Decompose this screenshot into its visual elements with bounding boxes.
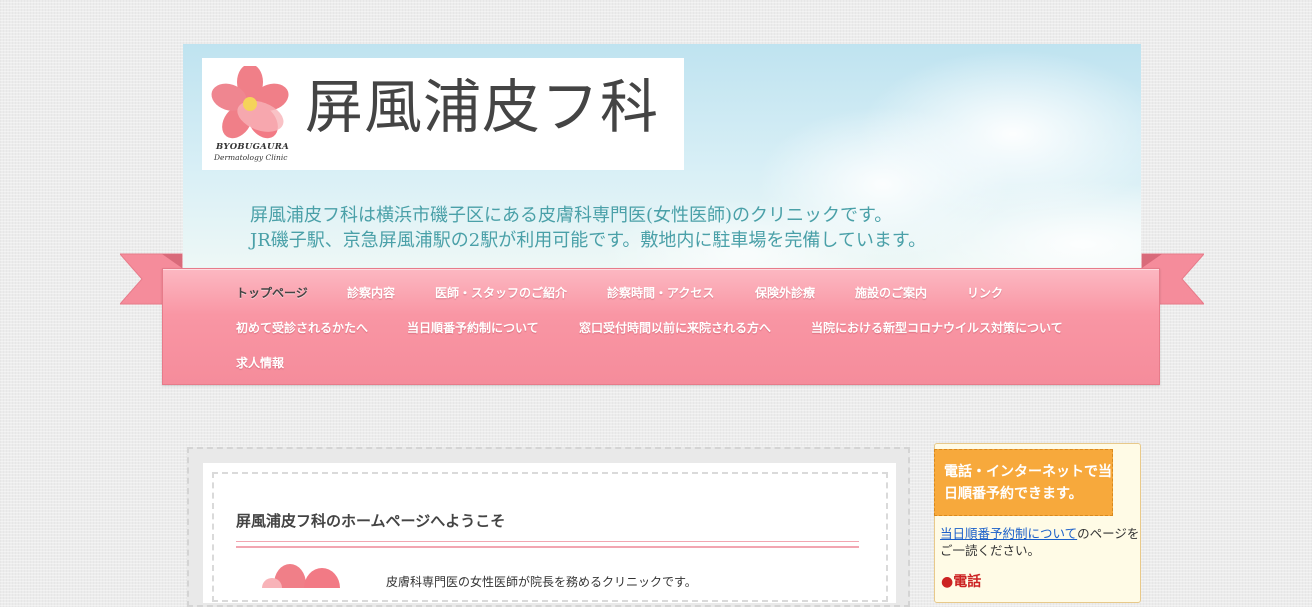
nav-item-self-pay[interactable]: 保険外診療 [755,284,815,301]
nav-item-early-arrival[interactable]: 窓口受付時間以前に来院される方へ [579,319,771,336]
tagline-line-1: 屏風浦皮フ科は横浜市磯子区にある皮膚科専門医(女性医師)のクリニックです。 [250,205,893,226]
site-header: BYOBUGAURA Dermatology Clinic 屏風浦皮フ科 屏風浦… [183,44,1141,270]
site-logo[interactable]: BYOBUGAURA Dermatology Clinic 屏風浦皮フ科 [202,58,684,170]
main-navigation: トップページ 診察内容 医師・スタッフのご紹介 診察時間・アクセス 保険外診療 … [162,268,1160,385]
phone-heading: ●電話 [941,574,982,590]
cosmos-flower-icon [211,66,289,139]
nav-item-recruitment[interactable]: 求人情報 [236,354,284,371]
nav-item-first-visit[interactable]: 初めて受診されるかたへ [236,319,368,336]
cosmos-flower-image [262,564,340,588]
nav-item-hours-access[interactable]: 診察時間・アクセス [607,284,714,301]
nav-item-services[interactable]: 診察内容 [347,284,395,301]
logo-english-subtitle: Dermatology Clinic [214,153,288,162]
nav-item-top-page[interactable]: トップページ [236,284,308,301]
nav-item-links[interactable]: リンク [967,284,1003,301]
logo-title: 屏風浦皮フ科 [305,73,660,141]
nav-item-same-day-reservation[interactable]: 当日順番予約制について [407,319,539,336]
nav-item-facility[interactable]: 施設のご案内 [855,284,927,301]
reservation-banner-text: 電話・インターネットで当日順番予約できます。 [944,464,1112,502]
logo-english-name: BYOBUGAURA [216,142,290,152]
nav-item-covid-measures[interactable]: 当院における新型コロナウイルス対策について [811,319,1063,336]
heading-divider-thick [236,546,859,548]
nav-item-staff[interactable]: 医師・スタッフのご紹介 [435,284,567,301]
tagline-line-2: JR磯子駅、京急屏風浦駅の2駅が利用可能です。敷地内に駐車場を完備しています。 [250,230,927,251]
intro-text: 皮膚科専門医の女性医師が院長を務めるクリニックです。 [386,575,697,589]
welcome-heading: 屏風浦皮フ科のホームページへようこそ [236,512,506,530]
reservation-info: 当日順番予約制についてのページをご一読ください。 [940,525,1140,559]
site-tagline: 屏風浦皮フ科は横浜市磯子区にある皮膚科専門医(女性医師)のクリニックです。 JR… [250,203,926,253]
same-day-reservation-link[interactable]: 当日順番予約制について [940,526,1077,541]
heading-divider [236,541,859,542]
